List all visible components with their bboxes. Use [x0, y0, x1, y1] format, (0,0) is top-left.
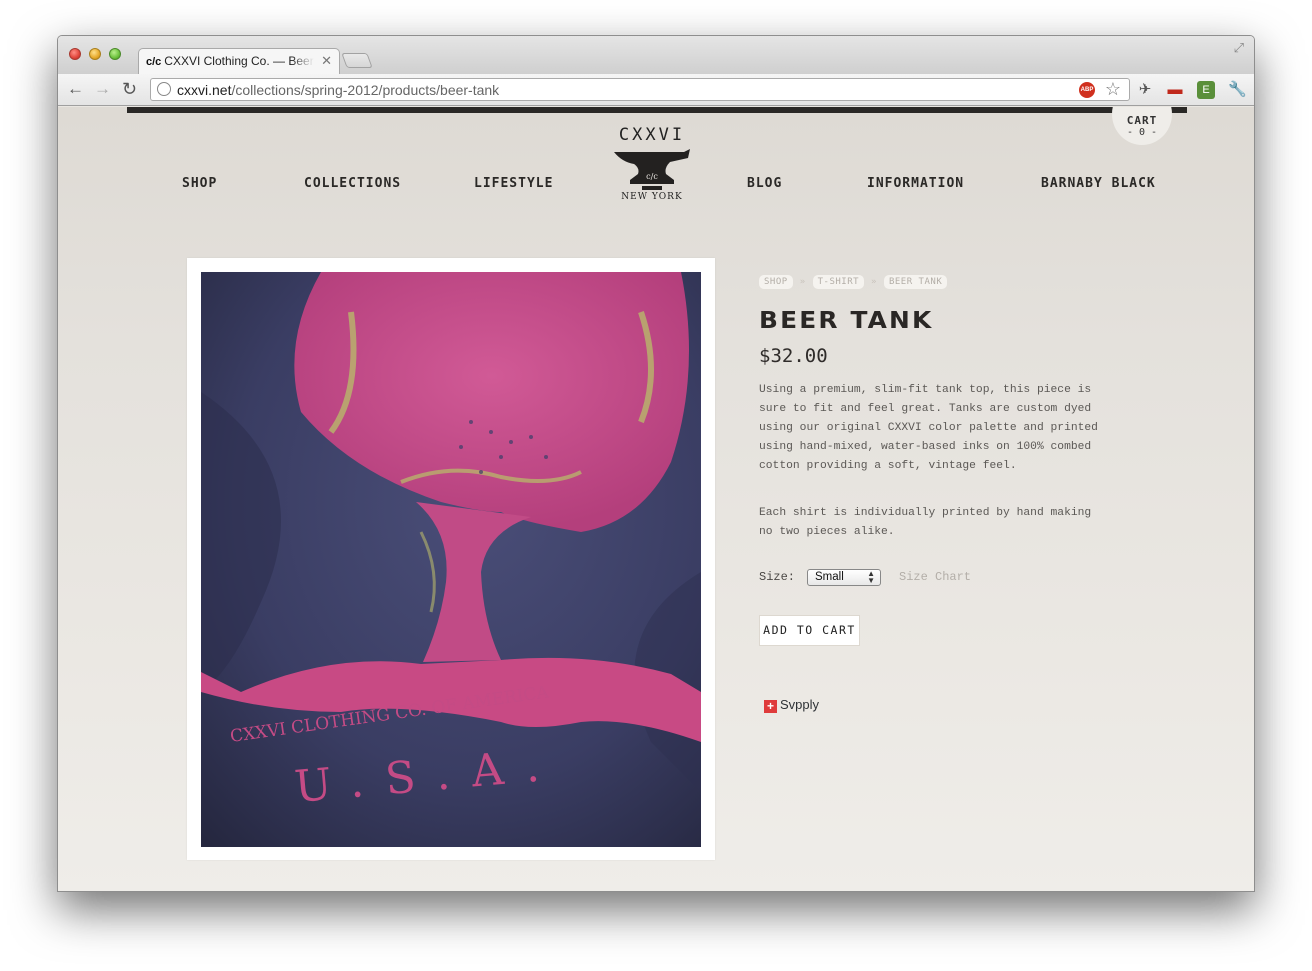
- evernote-icon[interactable]: E: [1197, 81, 1215, 99]
- logo-wordmark: CXXVI: [618, 125, 686, 145]
- site-logo[interactable]: CXXVI c/c NEW YORK: [610, 127, 694, 209]
- browser-tab-active[interactable]: c/cCXXVI Clothing Co. — Beer Tank ✕: [138, 48, 340, 75]
- breadcrumb-tshirt[interactable]: T-SHIRT: [812, 275, 865, 289]
- product-price: $32.00: [759, 345, 828, 367]
- adblock-icon[interactable]: ABP: [1079, 82, 1095, 98]
- forward-arrow-icon[interactable]: →: [94, 79, 111, 99]
- nav-shop[interactable]: SHOP: [182, 176, 217, 191]
- breadcrumb-separator: »: [799, 277, 806, 287]
- close-window-button[interactable]: [69, 48, 81, 60]
- breadcrumb-separator: »: [871, 277, 877, 287]
- product-title: BEER TANK: [759, 308, 934, 334]
- nav-barnaby-black[interactable]: BARNABY BLACK: [1041, 176, 1156, 191]
- web-page: CART - 0 - SHOP COLLECTIONS LIFESTYLE CX…: [58, 107, 1254, 891]
- reload-icon[interactable]: ↻: [122, 79, 137, 99]
- couch-icon[interactable]: ▬: [1166, 81, 1184, 99]
- product-image-frame: CXXVI CLOTHING CO. OF AMERICA U.S.A.: [187, 258, 715, 860]
- nav-information[interactable]: INFORMATION: [867, 176, 964, 191]
- breadcrumb: SHOP » T-SHIRT » BEER TANK: [759, 275, 1099, 291]
- description-paragraph: Using a premium, slim-fit tank top, this…: [759, 384, 1098, 472]
- size-row: Size: Small ▲ ▼ Size Chart: [759, 569, 1099, 590]
- url-path: /collections/spring-2012/products/beer-t…: [231, 82, 500, 98]
- back-arrow-icon[interactable]: ←: [67, 79, 84, 99]
- size-chart-link[interactable]: Size Chart: [899, 570, 971, 584]
- tab-close-icon[interactable]: ✕: [321, 53, 332, 69]
- cart-button[interactable]: CART - 0 -: [1112, 107, 1172, 145]
- site-favicon-icon: c/c: [146, 56, 162, 68]
- wrench-icon[interactable]: 🔧: [1228, 81, 1247, 99]
- beer-tank-photo: CXXVI CLOTHING CO. OF AMERICA U.S.A.: [201, 272, 701, 847]
- star-icon[interactable]: ☆: [1105, 79, 1121, 100]
- product-description: Using a premium, slim-fit tank top, this…: [759, 381, 1099, 542]
- nav-lifestyle[interactable]: LIFESTYLE: [474, 176, 553, 191]
- anvil-icon: c/c: [614, 149, 690, 190]
- breadcrumb-shop[interactable]: SHOP: [759, 275, 793, 289]
- browser-window: c/cCXXVI Clothing Co. — Beer Tank ✕ ⤢ ← …: [57, 35, 1255, 892]
- globe-icon: [157, 82, 171, 96]
- sync-icon[interactable]: ✈: [1136, 81, 1154, 99]
- browser-toolbar: ← → ↻ cxxvi.net/collections/spring-2012/…: [58, 74, 1254, 106]
- size-select[interactable]: Small ▲ ▼: [807, 569, 881, 586]
- nav-blog[interactable]: BLOG: [747, 176, 782, 191]
- address-bar[interactable]: cxxvi.net/collections/spring-2012/produc…: [150, 78, 1130, 101]
- new-tab-button[interactable]: [341, 53, 373, 68]
- tab-title: CXXVI Clothing Co. — Beer Tank: [164, 54, 314, 68]
- header-bar: [127, 107, 1187, 113]
- minimize-window-button[interactable]: [89, 48, 101, 60]
- logo-monogram: c/c: [646, 172, 658, 181]
- size-selected-value: Small: [815, 571, 844, 583]
- svpply-label: Svpply: [780, 697, 820, 712]
- cart-label: CART: [1126, 114, 1158, 127]
- svpply-button[interactable]: + Svpply: [764, 697, 1099, 713]
- tab-strip: c/cCXXVI Clothing Co. — Beer Tank ✕ ⤢: [58, 36, 1254, 75]
- description-paragraph: Each shirt is individually printed by ha…: [759, 507, 1092, 538]
- product-photo[interactable]: CXXVI CLOTHING CO. OF AMERICA U.S.A.: [201, 272, 701, 847]
- product-details: SHOP» T-SHIRT» BEER TANK BEER TANK $32.00 …: [759, 275, 1099, 713]
- nav-collections[interactable]: COLLECTIONS: [304, 176, 401, 191]
- plus-icon: +: [764, 700, 777, 713]
- fullscreen-icon[interactable]: ⤢: [1234, 40, 1244, 56]
- add-to-cart-button[interactable]: ADD TO CART: [759, 615, 860, 646]
- size-label: Size:: [759, 570, 796, 584]
- url-host: cxxvi.net: [177, 82, 232, 98]
- breadcrumb-current[interactable]: BEER TANK: [883, 275, 948, 289]
- logo-tagline: NEW YORK: [621, 192, 683, 202]
- cart-count: - 0 -: [1126, 127, 1158, 138]
- select-arrows-icon: ▲ ▼: [867, 569, 875, 585]
- zoom-window-button[interactable]: [109, 48, 121, 60]
